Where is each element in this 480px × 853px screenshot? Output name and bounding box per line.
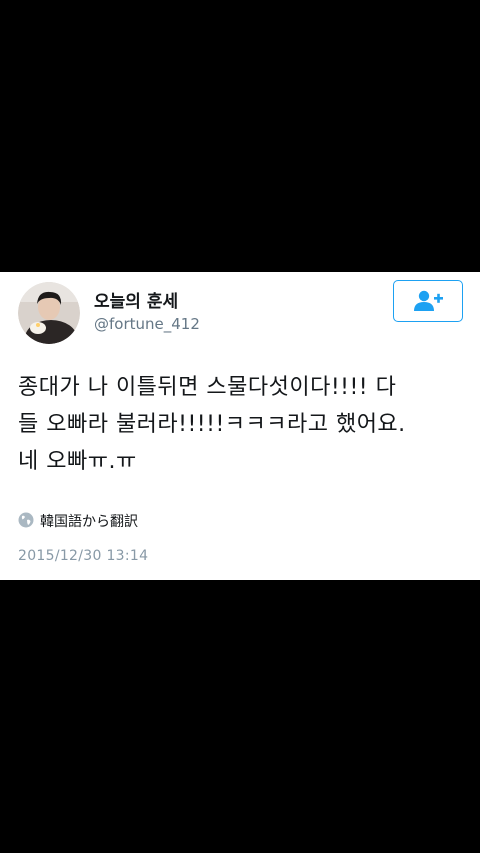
avatar-photo: [18, 282, 80, 344]
display-name[interactable]: 오늘의 훈세: [94, 287, 178, 312]
tweet-timestamp: 2015/12/30 13:14: [18, 548, 149, 564]
tweet-text: 종대가 나 이틀뒤면 스물다섯이다!!!! 다 들 오빠라 불러라!!!!!ㅋㅋ…: [18, 369, 468, 480]
tweet-text-line: 들 오빠라 불러라!!!!!ㅋㅋㅋ라고 했어요.: [18, 412, 406, 437]
user-handle[interactable]: @fortune_412: [94, 315, 200, 333]
tweet-text-line: 종대가 나 이틀뒤면 스물다섯이다!!!! 다: [18, 375, 397, 400]
follow-button[interactable]: [393, 280, 463, 322]
user-avatar[interactable]: [18, 282, 80, 344]
tweet-card: 오늘의 훈세 @fortune_412 종대가 나 이틀뒤면 스물다섯이다!!!…: [0, 272, 480, 580]
tweet-text-line: 네 오빠ㅠ.ㅠ: [18, 449, 137, 474]
add-user-icon: [414, 290, 443, 311]
globe-icon: [18, 512, 34, 528]
translate-label: 韓国語から翻訳: [40, 514, 138, 530]
